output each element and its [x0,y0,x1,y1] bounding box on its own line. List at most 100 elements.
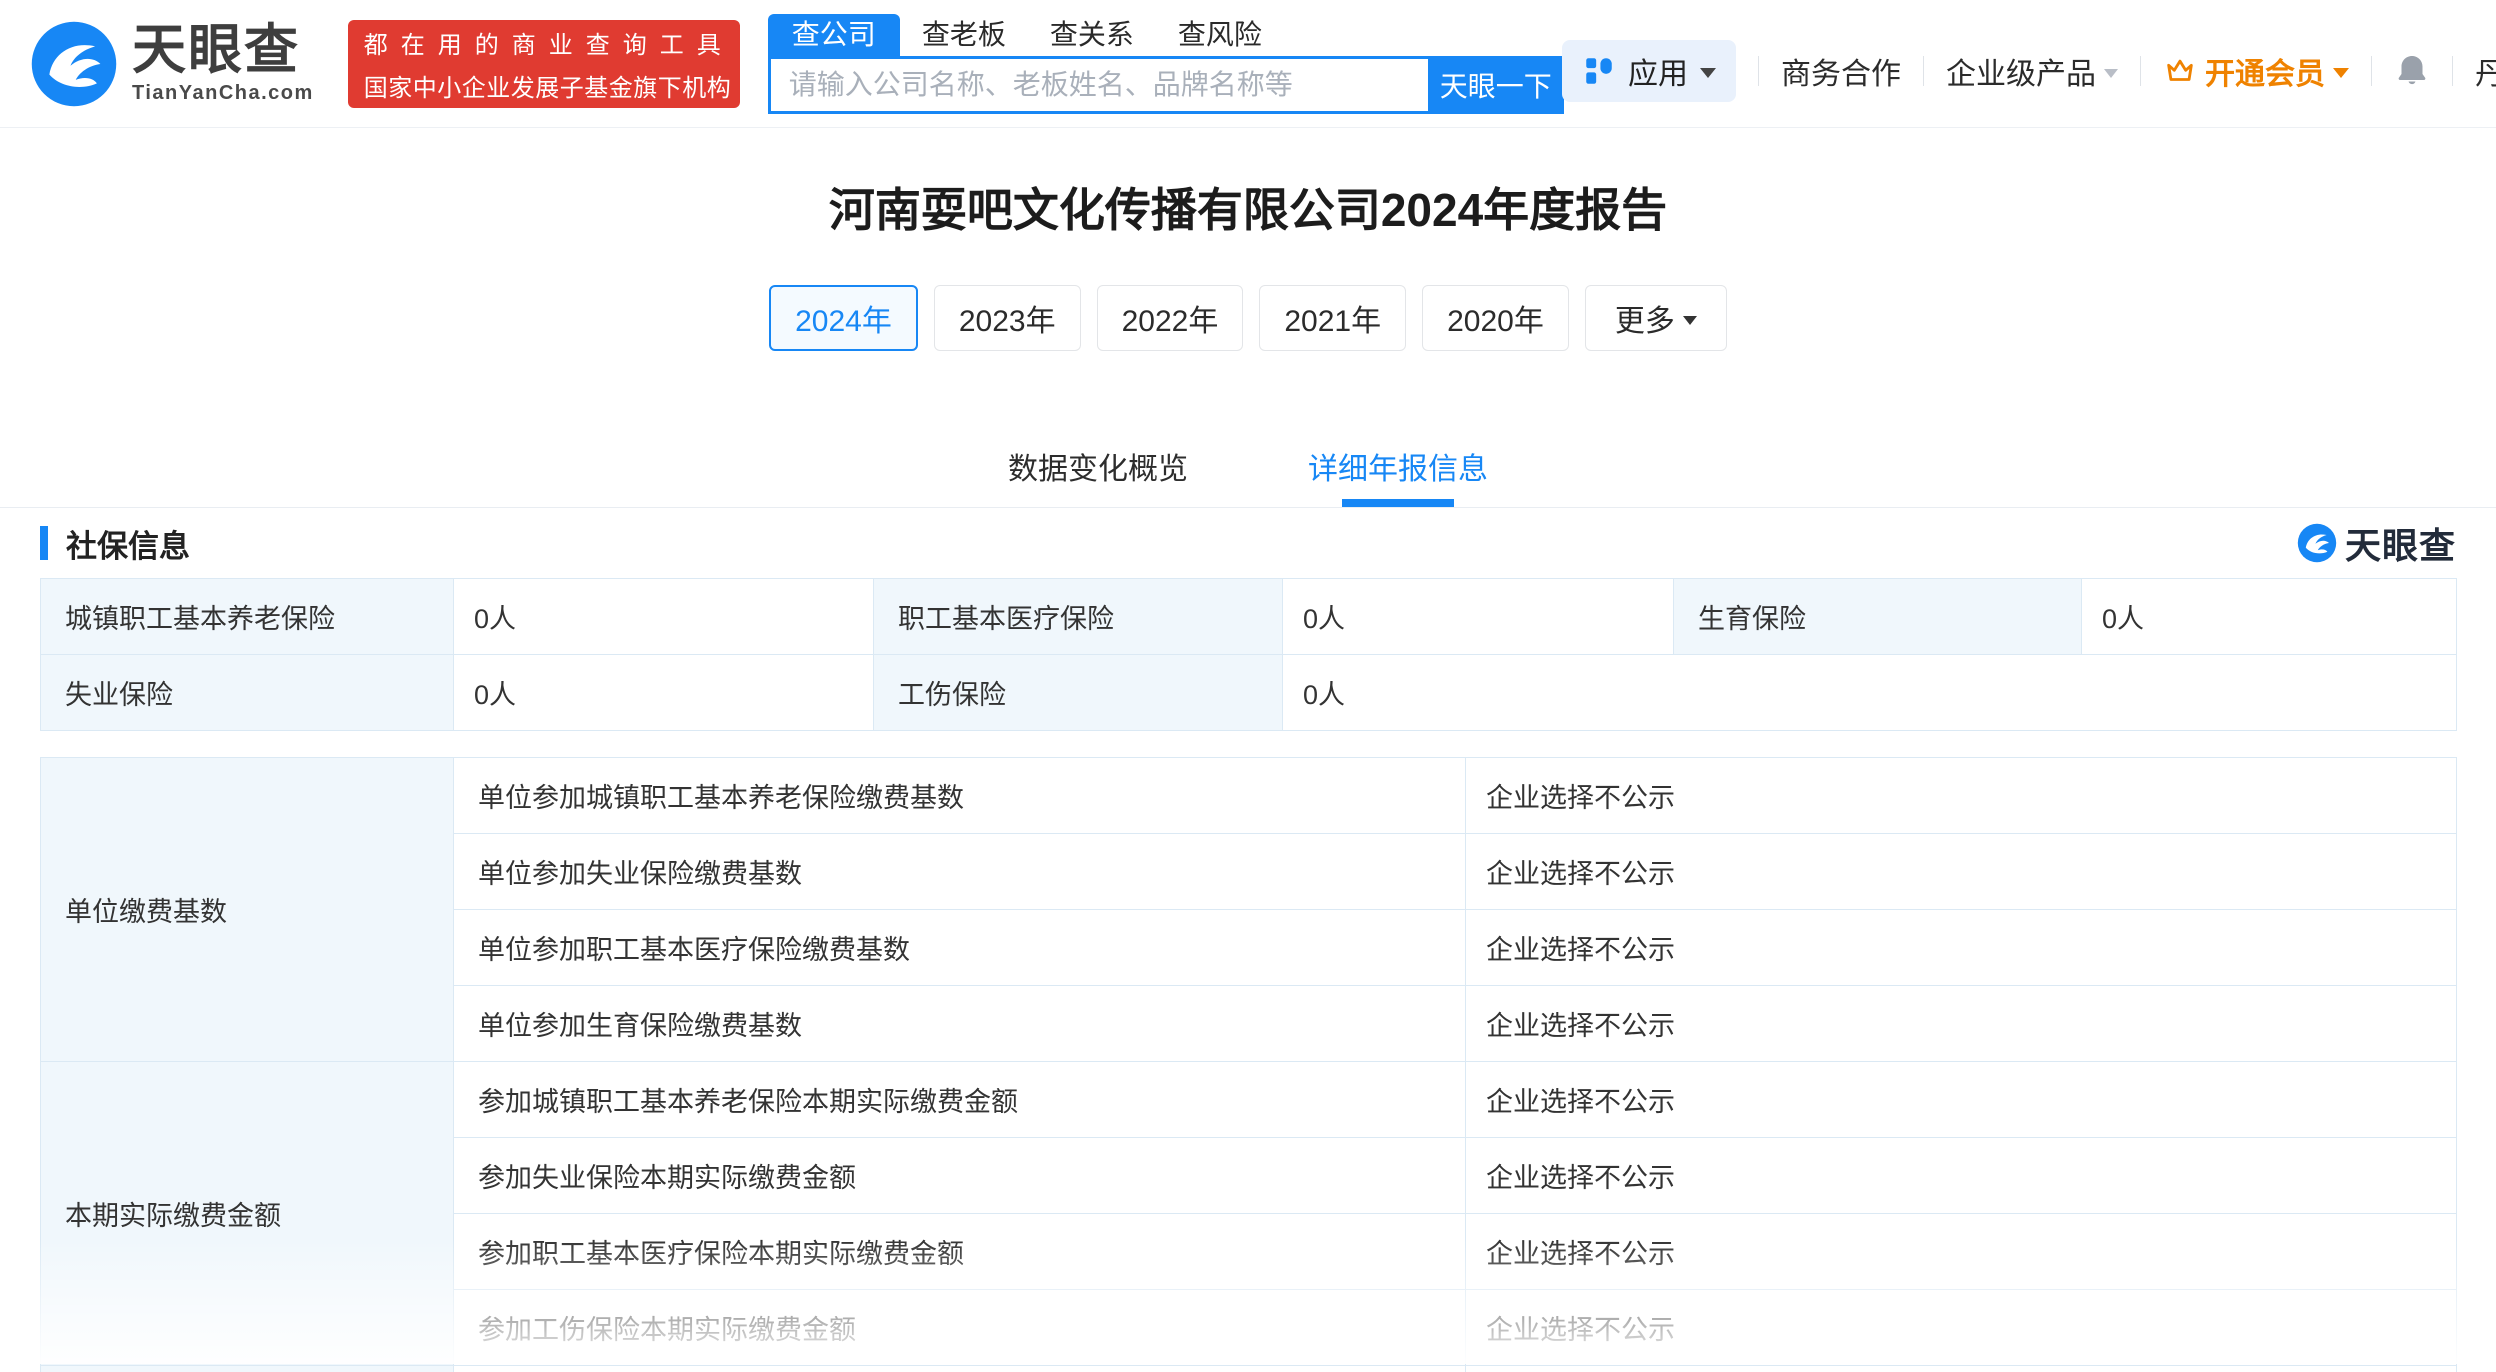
chevron-down-icon [2333,68,2349,78]
report-head: 河南耍吧文化传播有限公司2024年度报告 2024年 2023年 2022年 2021… [0,128,2496,351]
section-marker-bar [40,526,48,560]
year-tab-2022年[interactable]: 2022年 [1097,285,1244,351]
year-tab-2021年[interactable]: 2021年 [1259,285,1406,351]
eye-logo-icon [30,20,118,108]
search-input[interactable] [768,56,1428,114]
search-area: 查公司查老板查关系查风险 天眼一下 [768,14,1564,114]
nav-divider [1923,56,1924,86]
item-cell: 参加失业保险本期实际缴费金额 [454,1138,1466,1214]
item-cell [454,1366,1466,1372]
tianyancha-logo[interactable]: 天眼查 TianYanCha.com [30,20,314,108]
view-tab-label: 详细年报信息 [1308,453,1488,486]
value-cell: 企业选择不公示 [1466,1290,2457,1366]
nav-business-coop[interactable]: 商务合作 [1781,49,1901,93]
value-cell: 企业选择不公示 [1466,1214,2457,1290]
year-tab-label: 2020年 [1447,296,1544,340]
page-title: 河南耍吧文化传播有限公司2024年度报告 [0,182,2496,238]
year-tab-label: 2024年 [795,296,892,340]
group-label-cell [41,1366,454,1372]
active-tab-underline [1342,499,1454,507]
year-tab-label: 更多 [1615,296,1675,340]
item-cell: 参加城镇职工基本养老保险本期实际缴费金额 [454,1062,1466,1138]
year-tab-label: 2023年 [959,296,1056,340]
page: 天眼查 TianYanCha.com 都在用的商业查询工具 国家中小企业发展子基… [0,0,2496,1372]
table-row: 失业保险0人工伤保险0人 [41,655,2457,731]
tab-数据变化概览[interactable]: 数据变化概览 [1008,429,1188,507]
item-cell: 单位参加失业保险缴费基数 [454,834,1466,910]
section-header: 社保信息 天眼查 [40,516,2456,570]
group-label-cell: 本期实际缴费金额 [41,1062,454,1366]
vip-label: 开通会员 [2205,49,2325,93]
table-row: 城镇职工基本养老保险0人职工基本医疗保险0人生育保险0人 [41,579,2457,655]
nav-open-vip[interactable]: 开通会员 [2163,49,2349,93]
apps-label: 应用 [1628,49,1688,93]
value-cell: 0人 [454,655,874,731]
value-cell: 0人 [454,579,874,655]
search-tab-查公司[interactable]: 查公司 [768,14,900,56]
crown-icon [2163,54,2197,88]
value-cell [1466,1366,2457,1372]
value-cell: 0人 [1283,655,2457,731]
user-account-menu[interactable]: 丹尼斯... [2475,49,2496,93]
value-cell: 企业选择不公示 [1466,986,2457,1062]
value-cell: 企业选择不公示 [1466,910,2457,986]
value-cell: 企业选择不公示 [1466,834,2457,910]
nav-divider [2371,56,2372,86]
search-button[interactable]: 天眼一下 [1428,56,1564,114]
item-cell: 参加职工基本医疗保险本期实际缴费金额 [454,1214,1466,1290]
social-insurance-section: 社保信息 天眼查 城镇职工基本养老保险0人职工基本医疗保险0人生育保险0人失业保… [0,516,2496,1372]
search-tab-查老板[interactable]: 查老板 [900,14,1028,56]
top-nav: 应用 商务合作 企业级产品 开通会员 [1562,40,2496,102]
apps-grid-icon [1582,54,1616,88]
view-tab-label: 数据变化概览 [1008,453,1188,486]
chevron-down-icon [1700,68,1716,78]
section-title: 社保信息 [66,521,190,566]
label-cell: 城镇职工基本养老保险 [41,579,454,655]
promo-line-2: 国家中小企业发展子基金旗下机构 [364,68,724,103]
value-cell: 0人 [1283,579,1674,655]
nav-divider [2140,56,2141,86]
year-tab-2024年[interactable]: 2024年 [769,285,918,351]
value-cell: 企业选择不公示 [1466,758,2457,834]
eye-logo-icon [2297,523,2337,563]
year-tab-2023年[interactable]: 2023年 [934,285,1081,351]
item-cell: 单位参加生育保险缴费基数 [454,986,1466,1062]
table-row-partial [41,1366,2457,1372]
search-tab-查风险[interactable]: 查风险 [1156,14,1284,56]
year-tab-更多[interactable]: 更多 [1585,285,1727,351]
search-tabs: 查公司查老板查关系查风险 [768,14,1564,56]
enterprise-label: 企业级产品 [1946,49,2096,93]
year-tabs: 2024年 2023年 2022年 2021年 2020年 更多 [0,285,2496,351]
apps-menu-button[interactable]: 应用 [1562,40,1736,102]
username: 丹尼斯... [2475,49,2496,93]
group-label-cell: 单位缴费基数 [41,758,454,1062]
nav-divider [2452,56,2453,86]
table-row: 单位缴费基数单位参加城镇职工基本养老保险缴费基数企业选择不公示 [41,758,2457,834]
year-tab-label: 2021年 [1284,296,1381,340]
insurance-summary-table: 城镇职工基本养老保险0人职工基本医疗保险0人生育保险0人失业保险0人工伤保险0人 [40,578,2457,731]
promo-line-1: 都在用的商业查询工具 [364,25,724,60]
label-cell: 工伤保险 [874,655,1283,731]
logo-domain: TianYanCha.com [132,82,314,105]
item-cell: 单位参加城镇职工基本养老保险缴费基数 [454,758,1466,834]
value-cell: 0人 [2082,579,2457,655]
label-cell: 职工基本医疗保险 [874,579,1283,655]
search-tab-查关系[interactable]: 查关系 [1028,14,1156,56]
year-tab-2020年[interactable]: 2020年 [1422,285,1569,351]
value-cell: 企业选择不公示 [1466,1138,2457,1214]
item-cell: 参加工伤保险本期实际缴费金额 [454,1290,1466,1366]
logo-text: 天眼查 TianYanCha.com [132,22,314,105]
nav-divider [1758,56,1759,86]
value-cell: 企业选择不公示 [1466,1062,2457,1138]
search-box: 天眼一下 [768,56,1564,114]
top-header: 天眼查 TianYanCha.com 都在用的商业查询工具 国家中小企业发展子基… [0,0,2496,128]
table-row: 本期实际缴费金额参加城镇职工基本养老保险本期实际缴费金额企业选择不公示 [41,1062,2457,1138]
logo-brand: 天眼查 [132,22,314,78]
watermark-text: 天眼查 [2345,517,2456,569]
nav-enterprise-products[interactable]: 企业级产品 [1946,49,2118,93]
watermark-logo: 天眼查 [2297,517,2456,569]
tab-详细年报信息[interactable]: 详细年报信息 [1308,429,1488,507]
notification-bell-icon[interactable] [2394,53,2430,89]
label-cell: 失业保险 [41,655,454,731]
promo-banner: 都在用的商业查询工具 国家中小企业发展子基金旗下机构 [348,20,740,108]
